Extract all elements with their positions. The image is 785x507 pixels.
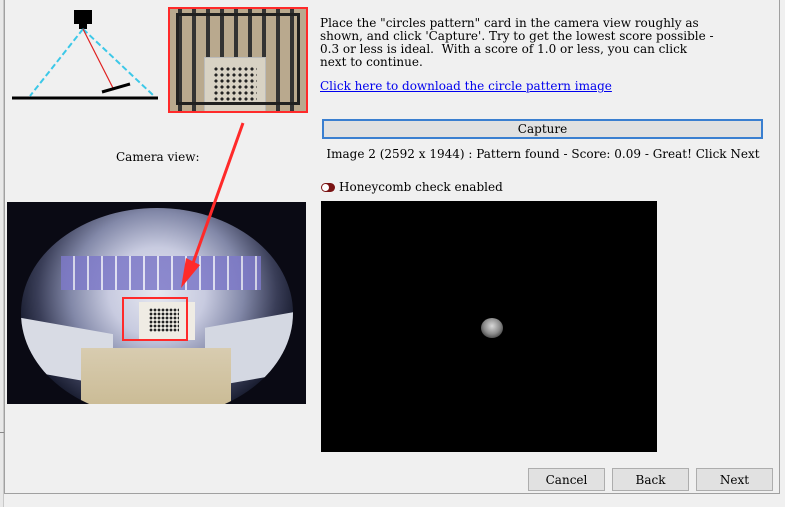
honeycomb-check-row: Honeycomb check enabled <box>321 180 503 194</box>
honeycomb-label: Honeycomb check enabled <box>339 180 503 194</box>
preview-blob <box>481 318 503 338</box>
capture-status: Image 2 (2592 x 1944) : Pattern found - … <box>326 147 760 161</box>
pattern-highlight-box <box>122 297 188 341</box>
reference-photo <box>168 7 308 113</box>
instructions-text: Place the "circles pattern" card in the … <box>320 16 714 69</box>
download-pattern-link[interactable]: Click here to download the circle patter… <box>320 79 612 93</box>
camera-setup-diagram <box>12 10 158 100</box>
capture-preview <box>321 201 657 452</box>
camera-icon <box>74 10 92 24</box>
next-button[interactable]: Next <box>696 468 773 491</box>
capture-button[interactable]: Capture <box>322 119 763 139</box>
honeycomb-toggle[interactable] <box>321 182 335 192</box>
camera-view-label: Camera view: <box>116 150 200 164</box>
card-marker <box>101 82 131 94</box>
back-button[interactable]: Back <box>612 468 689 491</box>
cancel-button[interactable]: Cancel <box>528 468 605 491</box>
